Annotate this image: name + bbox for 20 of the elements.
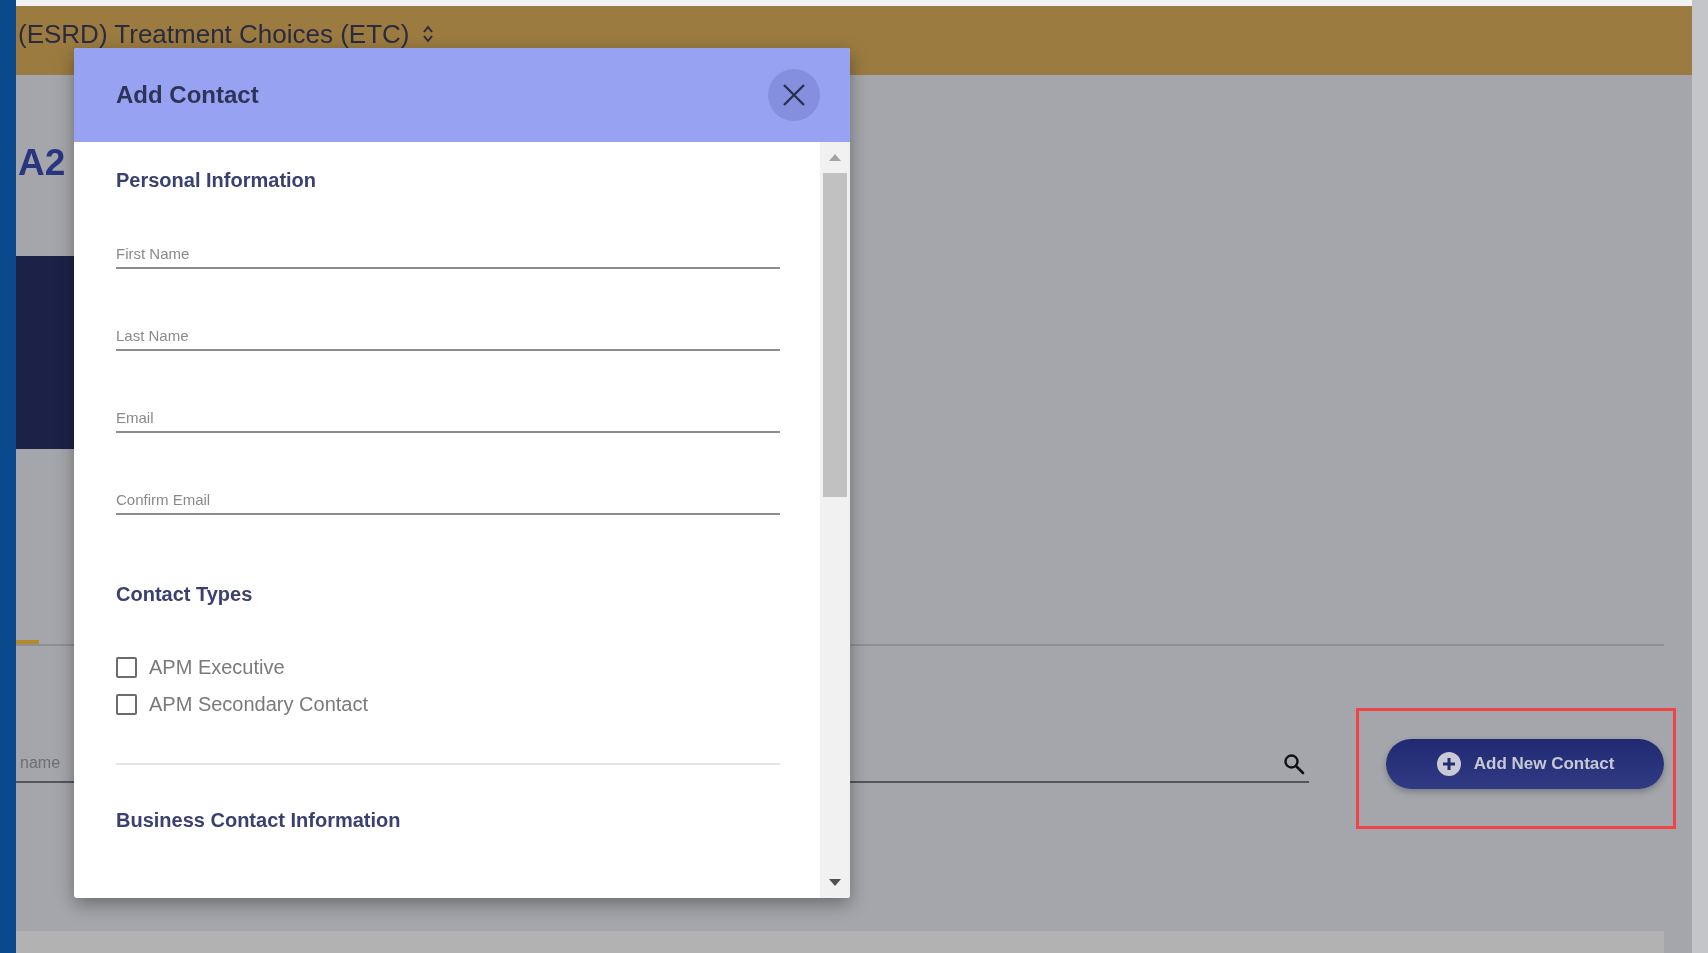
checkbox[interactable]: [116, 693, 137, 715]
section-heading: Personal Information: [116, 168, 318, 192]
section-heading: Contact Types: [116, 582, 254, 606]
page-heading: A2: [18, 143, 66, 183]
close-icon[interactable]: [782, 83, 806, 107]
checkbox-label[interactable]: APM Executive: [149, 655, 285, 679]
sort-icon: [421, 24, 434, 44]
search-icon[interactable]: [1283, 753, 1306, 775]
close-button[interactable]: [768, 69, 820, 121]
scrollbar[interactable]: [820, 142, 850, 898]
program-selector[interactable]: (ESRD) Treatment Choices (ETC): [18, 20, 434, 48]
scrollbar-thumb[interactable]: [823, 173, 847, 497]
checkbox[interactable]: [116, 656, 137, 678]
checkbox-label[interactable]: APM Secondary Contact: [149, 692, 368, 716]
add-new-contact-button[interactable]: Add New Contact: [1386, 739, 1664, 789]
scroll-down-icon[interactable]: [829, 879, 841, 886]
section-heading: Business Contact Information: [116, 808, 402, 832]
plus-circle-icon: [1435, 751, 1462, 777]
dialog-title: Add Contact: [116, 81, 259, 109]
tab-indicator: [16, 640, 39, 644]
